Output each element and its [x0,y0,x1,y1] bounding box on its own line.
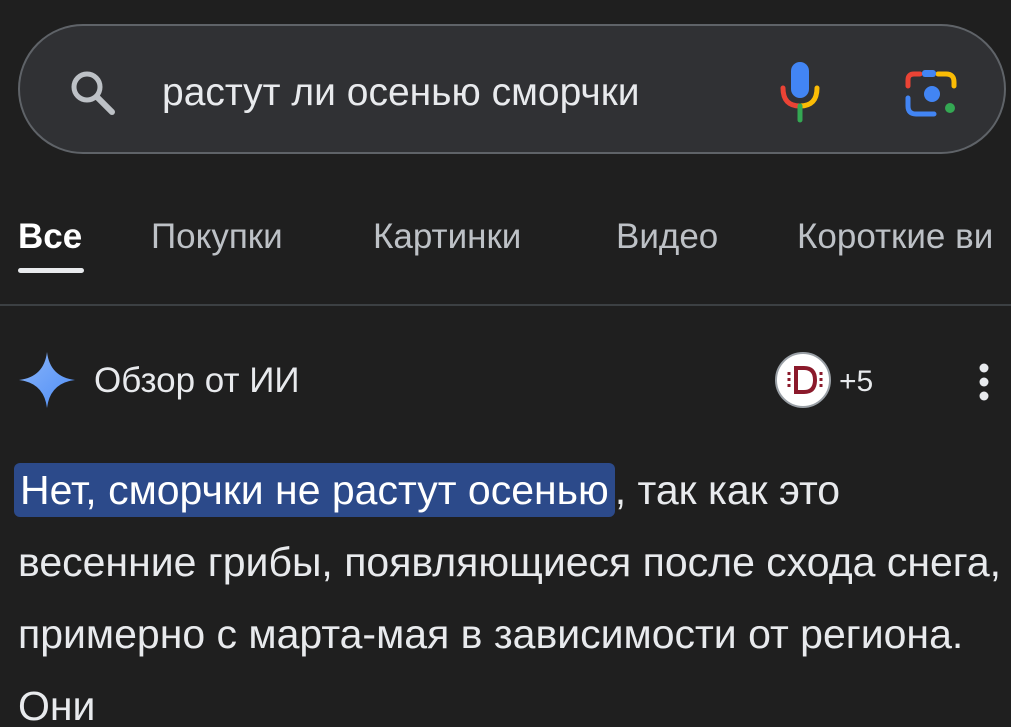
active-tab-indicator [18,268,84,273]
more-vert-icon[interactable] [968,358,1000,406]
source-avatar[interactable] [775,352,831,408]
tab-shopping[interactable]: Покупки [151,212,283,262]
more-sources-count[interactable]: +5 [839,362,873,402]
tab-all[interactable]: Все [18,212,82,262]
tab-images[interactable]: Картинки [373,212,521,262]
search-tabs: Все Покупки Картинки Видео Короткие ви [0,212,1011,272]
microphone-icon[interactable] [776,60,824,124]
tab-videos[interactable]: Видео [616,212,718,262]
tab-short-videos[interactable]: Короткие ви [797,212,993,262]
search-icon[interactable] [66,66,120,120]
search-input[interactable]: растут ли осенью сморчки [162,66,640,120]
sparkle-icon [19,352,75,408]
ai-overview-answer: Нет, сморчки не растут осенью, так как э… [14,454,1008,727]
answer-highlight: Нет, сморчки не растут осенью [14,463,615,517]
ai-overview-title: Обзор от ИИ [94,361,300,400]
google-lens-icon[interactable] [904,68,960,118]
divider [0,304,1011,306]
source-logo [787,366,823,394]
